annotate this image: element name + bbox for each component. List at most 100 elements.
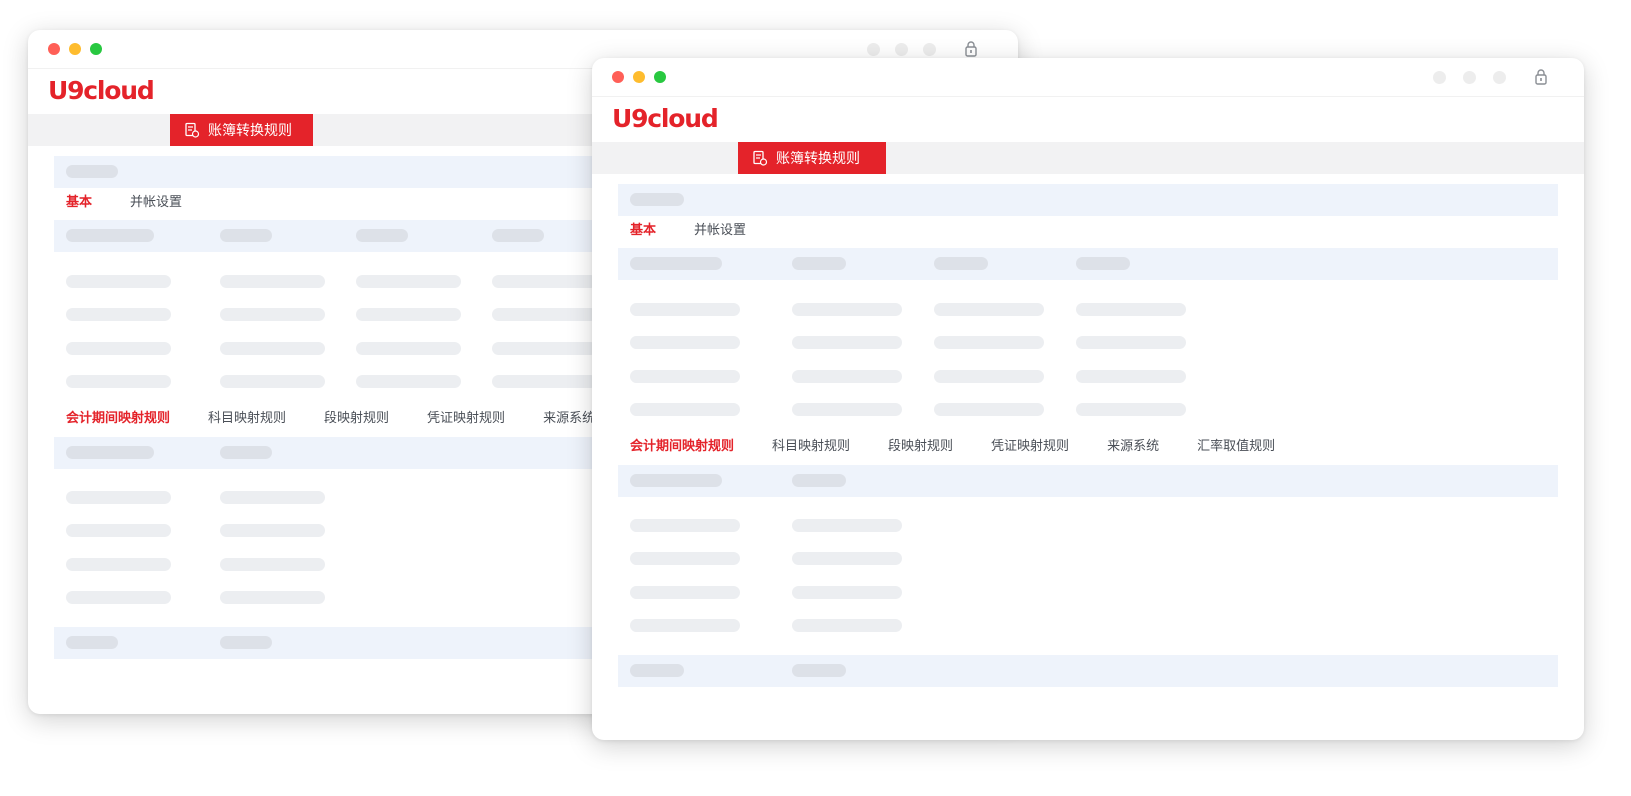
placeholder-bar <box>66 491 171 504</box>
placeholder-bar <box>1076 370 1186 383</box>
placeholder-bar <box>356 308 461 321</box>
placeholder-bar <box>66 165 118 178</box>
mapping-tabs: 会计期间映射规则 科目映射规则 段映射规则 凭证映射规则 来源系统 汇率取值规则 <box>630 438 1313 468</box>
document-icon <box>185 122 200 138</box>
tab-bar: 账簿转换规则 <box>592 142 1584 174</box>
placeholder-bar <box>492 275 597 288</box>
placeholder-bar <box>934 336 1044 349</box>
active-tab-label: 账簿转换规则 <box>208 123 292 139</box>
titlebar-placeholder-dot <box>1433 71 1446 84</box>
placeholder-bar <box>630 336 740 349</box>
tab-accounting-period-mapping[interactable]: 会计期间映射规则 <box>630 438 735 468</box>
placeholder-bar <box>66 275 171 288</box>
lock-icon[interactable] <box>964 40 978 58</box>
tab-ledger-conversion-rules[interactable]: 账簿转换规则 <box>170 114 313 146</box>
tab-source-system[interactable]: 来源系统 <box>1107 438 1159 462</box>
placeholder-bar <box>1076 336 1186 349</box>
placeholder-bar <box>630 519 740 532</box>
placeholder-bar <box>630 303 740 316</box>
maximize-window-button[interactable] <box>654 71 666 83</box>
tab-source-system[interactable]: 来源系统 <box>543 410 595 434</box>
placeholder-bar <box>66 524 171 537</box>
placeholder-bar <box>220 524 325 537</box>
placeholder-bar <box>792 370 902 383</box>
table-header <box>618 248 1558 280</box>
tab-subject-mapping[interactable]: 科目映射规则 <box>772 438 850 462</box>
app-window-foreground: U9cloud 账簿转换规则 基本 并帐设置 会计期间映射规则 科目映射规则 段… <box>592 58 1584 740</box>
tab-segment-mapping[interactable]: 段映射规则 <box>324 410 389 434</box>
placeholder-bar <box>356 342 461 355</box>
placeholder-bar <box>792 257 846 270</box>
tab-accounting-period-mapping[interactable]: 会计期间映射规则 <box>66 410 171 440</box>
close-window-button[interactable] <box>612 71 624 83</box>
tab-merge-settings[interactable]: 并帐设置 <box>130 194 182 218</box>
placeholder-bar <box>66 375 171 388</box>
placeholder-bar <box>220 342 325 355</box>
titlebar-placeholder-dot <box>923 43 936 56</box>
minimize-window-button[interactable] <box>633 71 645 83</box>
placeholder-bar <box>1076 303 1186 316</box>
placeholder-bar <box>356 275 461 288</box>
placeholder-bar <box>792 519 902 532</box>
placeholder-bar <box>630 619 740 632</box>
placeholder-bar <box>630 552 740 565</box>
placeholder-bar <box>934 257 988 270</box>
placeholder-bar <box>630 403 740 416</box>
placeholder-bar <box>492 229 544 242</box>
placeholder-bar <box>220 308 325 321</box>
title-bar <box>592 58 1584 97</box>
titlebar-placeholder-dot <box>1463 71 1476 84</box>
mapping-tabs: 会计期间映射规则 科目映射规则 段映射规则 凭证映射规则 来源系统 <box>66 410 633 440</box>
maximize-window-button[interactable] <box>90 43 102 55</box>
document-icon <box>753 150 768 166</box>
tab-ledger-conversion-rules[interactable]: 账簿转换规则 <box>738 142 886 174</box>
placeholder-bar <box>492 375 597 388</box>
tab-exchange-rate-rules[interactable]: 汇率取值规则 <box>1197 438 1275 462</box>
placeholder-bar <box>220 446 272 459</box>
placeholder-bar <box>220 375 325 388</box>
u9cloud-logo: U9cloud <box>48 76 155 105</box>
u9cloud-logo: U9cloud <box>612 104 719 133</box>
close-window-button[interactable] <box>48 43 60 55</box>
section-tabs: 基本 并帐设置 <box>630 222 784 252</box>
placeholder-bar <box>630 370 740 383</box>
section-tabs: 基本 并帐设置 <box>66 194 220 224</box>
placeholder-bar <box>792 474 846 487</box>
placeholder-bar <box>1076 403 1186 416</box>
placeholder-bar <box>630 193 684 206</box>
tab-segment-mapping[interactable]: 段映射规则 <box>888 438 953 462</box>
placeholder-bar <box>66 308 171 321</box>
placeholder-bar <box>630 664 684 677</box>
titlebar-placeholder-dot <box>895 43 908 56</box>
placeholder-bar <box>66 558 171 571</box>
tab-voucher-mapping[interactable]: 凭证映射规则 <box>427 410 505 434</box>
placeholder-bar <box>630 257 722 270</box>
titlebar-placeholder-dot <box>867 43 880 56</box>
tab-subject-mapping[interactable]: 科目映射规则 <box>208 410 286 434</box>
placeholder-bar <box>356 375 461 388</box>
placeholder-bar <box>792 303 902 316</box>
placeholder-bar <box>66 229 154 242</box>
placeholder-bar <box>792 336 902 349</box>
placeholder-bar <box>66 591 171 604</box>
placeholder-bar <box>934 370 1044 383</box>
placeholder-bar <box>356 229 408 242</box>
placeholder-bar <box>66 636 118 649</box>
placeholder-bar <box>492 342 597 355</box>
placeholder-bar <box>66 446 154 459</box>
content-area: 基本 并帐设置 会计期间映射规则 科目映射规则 段映射规则 凭证映射规则 来源系… <box>618 184 1558 740</box>
header-band <box>618 184 1558 216</box>
titlebar-placeholder-dot <box>1493 71 1506 84</box>
tab-basic[interactable]: 基本 <box>630 222 657 252</box>
table-header <box>618 465 1558 497</box>
tab-voucher-mapping[interactable]: 凭证映射规则 <box>991 438 1069 462</box>
tab-basic[interactable]: 基本 <box>66 194 93 224</box>
placeholder-bar <box>792 619 902 632</box>
minimize-window-button[interactable] <box>69 43 81 55</box>
lock-icon[interactable] <box>1534 68 1548 86</box>
placeholder-bar <box>792 403 902 416</box>
tab-merge-settings[interactable]: 并帐设置 <box>694 222 746 246</box>
placeholder-bar <box>220 275 325 288</box>
placeholder-bar <box>220 229 272 242</box>
placeholder-bar <box>1076 257 1130 270</box>
